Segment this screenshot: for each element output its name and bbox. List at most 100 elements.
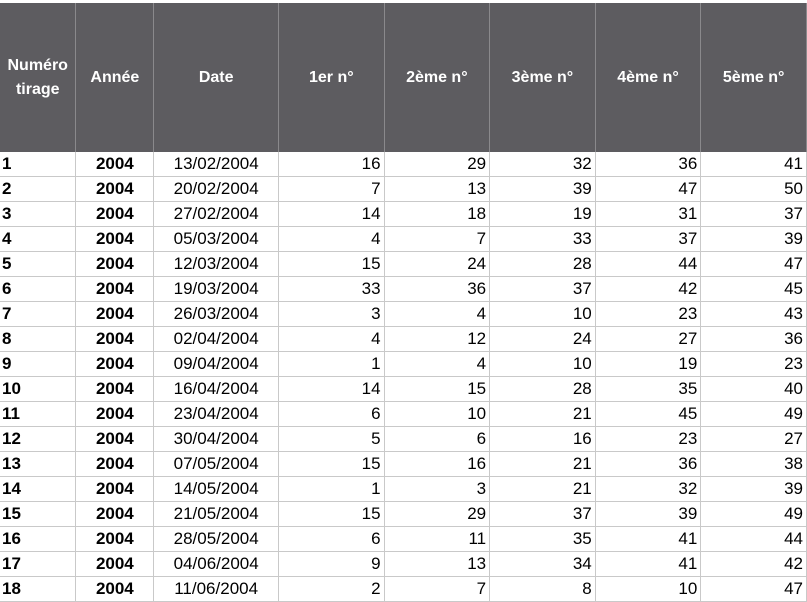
- cell-n4[interactable]: 36: [595, 152, 702, 177]
- cell-annee[interactable]: 2004: [75, 501, 155, 527]
- cell-numero[interactable]: 18: [0, 576, 77, 602]
- cell-n1[interactable]: 9: [278, 551, 385, 577]
- cell-n5[interactable]: 41: [700, 152, 807, 177]
- cell-n3[interactable]: 34: [489, 551, 596, 577]
- cell-annee[interactable]: 2004: [75, 476, 155, 502]
- cell-n2[interactable]: 18: [384, 201, 491, 227]
- header-date[interactable]: Date: [153, 3, 280, 152]
- cell-annee[interactable]: 2004: [75, 301, 155, 327]
- cell-n4[interactable]: 45: [595, 401, 702, 427]
- cell-numero[interactable]: 14: [0, 476, 77, 502]
- cell-n1[interactable]: 5: [278, 426, 385, 452]
- header-numero-tirage[interactable]: Numéro tirage: [0, 3, 77, 152]
- cell-n1[interactable]: 14: [278, 376, 385, 402]
- cell-n3[interactable]: 10: [489, 301, 596, 327]
- cell-annee[interactable]: 2004: [75, 152, 155, 177]
- cell-date[interactable]: 13/02/2004: [153, 152, 280, 177]
- cell-annee[interactable]: 2004: [75, 276, 155, 302]
- cell-date[interactable]: 07/05/2004: [153, 451, 280, 477]
- cell-n4[interactable]: 19: [595, 351, 702, 377]
- cell-numero[interactable]: 2: [0, 176, 77, 202]
- cell-n2[interactable]: 7: [384, 226, 491, 252]
- cell-n2[interactable]: 4: [384, 351, 491, 377]
- cell-n1[interactable]: 4: [278, 226, 385, 252]
- cell-n5[interactable]: 38: [700, 451, 807, 477]
- cell-numero[interactable]: 3: [0, 201, 77, 227]
- cell-n3[interactable]: 21: [489, 451, 596, 477]
- cell-annee[interactable]: 2004: [75, 326, 155, 352]
- cell-n2[interactable]: 13: [384, 176, 491, 202]
- cell-n4[interactable]: 47: [595, 176, 702, 202]
- cell-n5[interactable]: 45: [700, 276, 807, 302]
- cell-n1[interactable]: 15: [278, 251, 385, 277]
- cell-n5[interactable]: 49: [700, 401, 807, 427]
- cell-numero[interactable]: 13: [0, 451, 77, 477]
- cell-annee[interactable]: 2004: [75, 401, 155, 427]
- cell-date[interactable]: 04/06/2004: [153, 551, 280, 577]
- cell-numero[interactable]: 11: [0, 401, 77, 427]
- cell-n1[interactable]: 15: [278, 501, 385, 527]
- cell-numero[interactable]: 15: [0, 501, 77, 527]
- cell-annee[interactable]: 2004: [75, 201, 155, 227]
- cell-numero[interactable]: 1: [0, 152, 77, 177]
- cell-n5[interactable]: 49: [700, 501, 807, 527]
- cell-n4[interactable]: 31: [595, 201, 702, 227]
- cell-n2[interactable]: 36: [384, 276, 491, 302]
- cell-annee[interactable]: 2004: [75, 526, 155, 552]
- header-1er-numero[interactable]: 1er n°: [278, 3, 385, 152]
- cell-date[interactable]: 21/05/2004: [153, 501, 280, 527]
- cell-n2[interactable]: 24: [384, 251, 491, 277]
- cell-date[interactable]: 12/03/2004: [153, 251, 280, 277]
- cell-n5[interactable]: 40: [700, 376, 807, 402]
- cell-n2[interactable]: 10: [384, 401, 491, 427]
- cell-numero[interactable]: 16: [0, 526, 77, 552]
- cell-n4[interactable]: 41: [595, 551, 702, 577]
- cell-n5[interactable]: 37: [700, 201, 807, 227]
- cell-n1[interactable]: 16: [278, 152, 385, 177]
- cell-n2[interactable]: 15: [384, 376, 491, 402]
- cell-n1[interactable]: 33: [278, 276, 385, 302]
- cell-n4[interactable]: 44: [595, 251, 702, 277]
- cell-date[interactable]: 05/03/2004: [153, 226, 280, 252]
- header-5eme-numero[interactable]: 5ème n°: [700, 3, 807, 152]
- cell-n3[interactable]: 19: [489, 201, 596, 227]
- cell-n3[interactable]: 32: [489, 152, 596, 177]
- cell-n2[interactable]: 6: [384, 426, 491, 452]
- cell-n5[interactable]: 50: [700, 176, 807, 202]
- cell-n4[interactable]: 27: [595, 326, 702, 352]
- cell-n5[interactable]: 39: [700, 476, 807, 502]
- header-4eme-numero[interactable]: 4ème n°: [595, 3, 702, 152]
- cell-n2[interactable]: 12: [384, 326, 491, 352]
- cell-date[interactable]: 30/04/2004: [153, 426, 280, 452]
- cell-n2[interactable]: 4: [384, 301, 491, 327]
- cell-n5[interactable]: 39: [700, 226, 807, 252]
- cell-n5[interactable]: 23: [700, 351, 807, 377]
- cell-n3[interactable]: 37: [489, 501, 596, 527]
- cell-n5[interactable]: 42: [700, 551, 807, 577]
- cell-n2[interactable]: 3: [384, 476, 491, 502]
- cell-n2[interactable]: 13: [384, 551, 491, 577]
- cell-n4[interactable]: 35: [595, 376, 702, 402]
- header-3eme-numero[interactable]: 3ème n°: [489, 3, 596, 152]
- cell-n3[interactable]: 28: [489, 376, 596, 402]
- cell-date[interactable]: 02/04/2004: [153, 326, 280, 352]
- cell-annee[interactable]: 2004: [75, 176, 155, 202]
- cell-n1[interactable]: 14: [278, 201, 385, 227]
- cell-annee[interactable]: 2004: [75, 351, 155, 377]
- cell-n4[interactable]: 41: [595, 526, 702, 552]
- cell-n5[interactable]: 43: [700, 301, 807, 327]
- cell-date[interactable]: 27/02/2004: [153, 201, 280, 227]
- cell-n2[interactable]: 11: [384, 526, 491, 552]
- header-annee[interactable]: Année: [75, 3, 155, 152]
- header-2eme-numero[interactable]: 2ème n°: [384, 3, 491, 152]
- cell-numero[interactable]: 6: [0, 276, 77, 302]
- cell-n5[interactable]: 44: [700, 526, 807, 552]
- cell-date[interactable]: 23/04/2004: [153, 401, 280, 427]
- cell-n3[interactable]: 35: [489, 526, 596, 552]
- cell-n4[interactable]: 10: [595, 576, 702, 602]
- cell-n2[interactable]: 29: [384, 501, 491, 527]
- cell-numero[interactable]: 7: [0, 301, 77, 327]
- cell-n1[interactable]: 6: [278, 401, 385, 427]
- cell-numero[interactable]: 8: [0, 326, 77, 352]
- cell-date[interactable]: 26/03/2004: [153, 301, 280, 327]
